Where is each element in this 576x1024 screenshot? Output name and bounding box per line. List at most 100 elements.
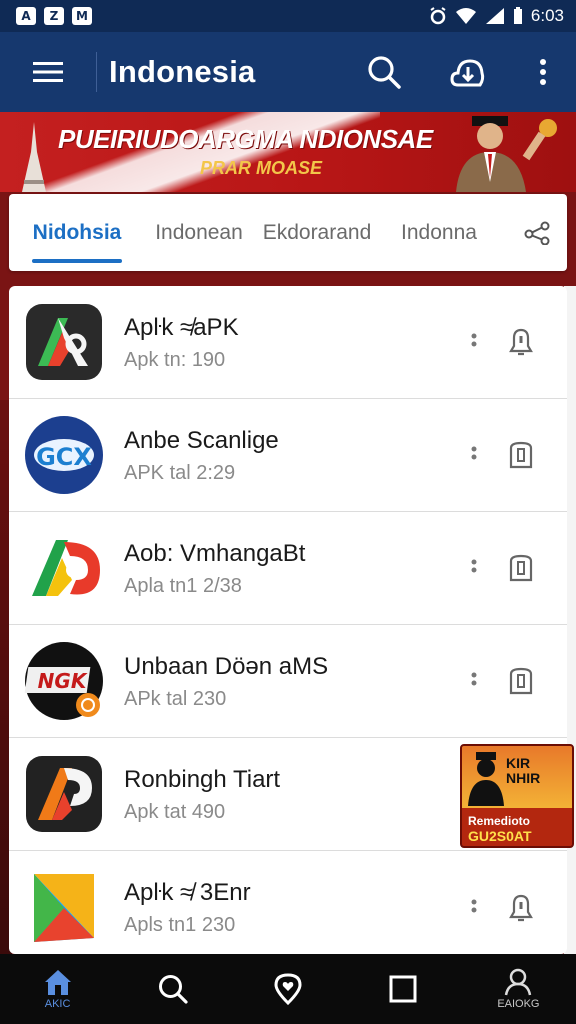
item-more-button[interactable] (459, 661, 489, 701)
signal-icon (485, 8, 504, 24)
item-action-button[interactable] (489, 543, 553, 593)
download-icon (509, 554, 533, 582)
svg-text:NGK: NGK (38, 669, 88, 693)
app-list: Apŀk ≉aPK Apk tn: 190 GCX Anbe Scanlige … (9, 286, 567, 954)
wifi-icon (455, 8, 476, 24)
more-options-button[interactable] (510, 32, 576, 112)
app-icon (26, 756, 102, 832)
promo-text: GU2S0AT (468, 828, 532, 844)
app-icon (34, 873, 94, 942)
download-icon (509, 667, 533, 695)
promo-line: KIR (506, 755, 531, 771)
promo-text: KIR NHIR (506, 756, 540, 786)
more-vert-icon (471, 899, 477, 912)
download-manager-button[interactable] (426, 32, 510, 112)
item-action-button[interactable] (489, 317, 553, 367)
promo-sticker[interactable]: KIR NHIR Remedioto GU2S0AT (460, 744, 574, 848)
app-name: Apŀk ≉aPK (124, 313, 239, 341)
tab-indicator (32, 259, 122, 263)
app-name: Ronbingh Tiart (124, 765, 281, 793)
app-icon (32, 540, 100, 596)
page-title: Indonesia (109, 54, 256, 89)
more-vert-icon (471, 446, 477, 460)
tab-nidohsia[interactable]: Nidohsia (9, 194, 145, 271)
app-icon: GCX (25, 416, 103, 494)
app-info: Unbaan Döən aMS APk tal 230 (124, 652, 459, 711)
nav-label: AKIC (44, 998, 71, 1010)
share-icon (524, 221, 550, 245)
notification-icon: M (72, 7, 92, 25)
nav-label: EAIOKG (497, 998, 540, 1010)
app-name: Apŀk ≉ 3Enr (124, 879, 251, 906)
list-item[interactable]: GCX Anbe Scanlige APK tal 2:29 (9, 399, 567, 512)
app-name: Unbaan Döən aMS (124, 652, 329, 680)
tab-indonean[interactable]: Indonean (145, 194, 253, 271)
app-subtitle: Apk tn: 190 (124, 348, 226, 371)
list-item[interactable]: Apŀk ≉aPK Apk tn: 190 (9, 286, 567, 399)
status-right-icons: 6:03 (429, 6, 564, 26)
list-item[interactable]: Apŀk ≉ 3Enr Apls tn1 230 (9, 851, 567, 954)
tab-label: Ekdorarand (262, 220, 372, 244)
app-info: Apŀk ≉aPK Apk tn: 190 (124, 313, 459, 372)
tab-bar: Nidohsia Indonean Ekdorarand Indonna (9, 194, 567, 271)
tab-ekdorarand[interactable]: Ekdorarand (253, 194, 381, 271)
app-icon (26, 304, 102, 380)
app-subtitle: APk tal 230 (124, 687, 227, 710)
nav-home[interactable]: AKIC (0, 954, 115, 1024)
item-action-button[interactable] (489, 430, 553, 480)
banner-subtitle: PRAR MOASE (200, 158, 323, 178)
menu-button[interactable] (0, 32, 96, 112)
app-info: Apŀk ≉ 3Enr Apls tn1 230 (124, 878, 459, 937)
nav-search[interactable] (115, 954, 230, 1024)
item-action-button[interactable] (489, 656, 553, 706)
nav-recent[interactable] (346, 954, 461, 1024)
svg-text:GCX: GCX (36, 443, 92, 471)
search-button[interactable] (342, 32, 426, 112)
download-icon (509, 441, 533, 469)
tab-label: Indonean (155, 220, 243, 244)
promo-figure-icon (468, 752, 504, 806)
item-action-button[interactable] (489, 883, 553, 933)
app-icon: NGK (24, 642, 103, 720)
list-item[interactable]: Aob: VmhangaBt Apla tn1 2/38 (9, 512, 567, 625)
notification-icon: Z (44, 7, 64, 25)
status-bar: A Z M 6:03 (0, 0, 576, 32)
app-bar-divider (96, 52, 97, 92)
item-more-button[interactable] (459, 888, 489, 928)
bell-icon (509, 894, 533, 921)
bottom-navigation: AKIC EAIOKG (0, 954, 576, 1024)
person-illustration (456, 116, 557, 192)
list-item[interactable]: NGK Unbaan Döən aMS APk tal 230 (9, 625, 567, 738)
app-name: Anbe Scanlige (124, 426, 279, 454)
menu-icon (33, 62, 63, 82)
search-icon (368, 56, 401, 89)
nav-favorites[interactable] (230, 954, 345, 1024)
promo-line: NHIR (506, 770, 541, 786)
bell-icon (509, 328, 533, 356)
tab-label: Nidohsia (32, 220, 122, 244)
app-subtitle: Apk tat 490 (124, 800, 226, 823)
more-vert-icon (471, 559, 477, 573)
app-info: Aob: VmhangaBt Apla tn1 2/38 (124, 539, 459, 598)
nav-profile[interactable]: EAIOKG (461, 954, 576, 1024)
status-time: 6:03 (530, 6, 564, 25)
tab-label: Indonna (401, 220, 477, 244)
item-more-button[interactable] (459, 548, 489, 588)
item-more-button[interactable] (459, 322, 489, 362)
alarm-icon (430, 7, 446, 25)
app-info: Ronbingh Tiart Apk tat 490 (124, 765, 459, 824)
item-more-button[interactable] (459, 435, 489, 475)
more-vert-icon (471, 672, 477, 686)
app-subtitle: Apls tn1 230 (124, 914, 236, 936)
more-vert-icon (540, 59, 546, 85)
location-heart-icon (274, 973, 302, 1005)
search-icon (158, 975, 188, 1004)
battery-icon (513, 7, 522, 24)
app-bar: Indonesia (0, 32, 576, 112)
status-left-icons: A Z M (16, 7, 92, 25)
monument-icon (22, 122, 46, 192)
promo-banner[interactable]: PUEIRIUDOARGMA NDIONSAE PRAR MOASE (0, 112, 576, 192)
tab-indonna[interactable]: Indonna (381, 194, 497, 271)
share-button[interactable] (507, 194, 567, 271)
more-vert-icon (471, 333, 477, 347)
